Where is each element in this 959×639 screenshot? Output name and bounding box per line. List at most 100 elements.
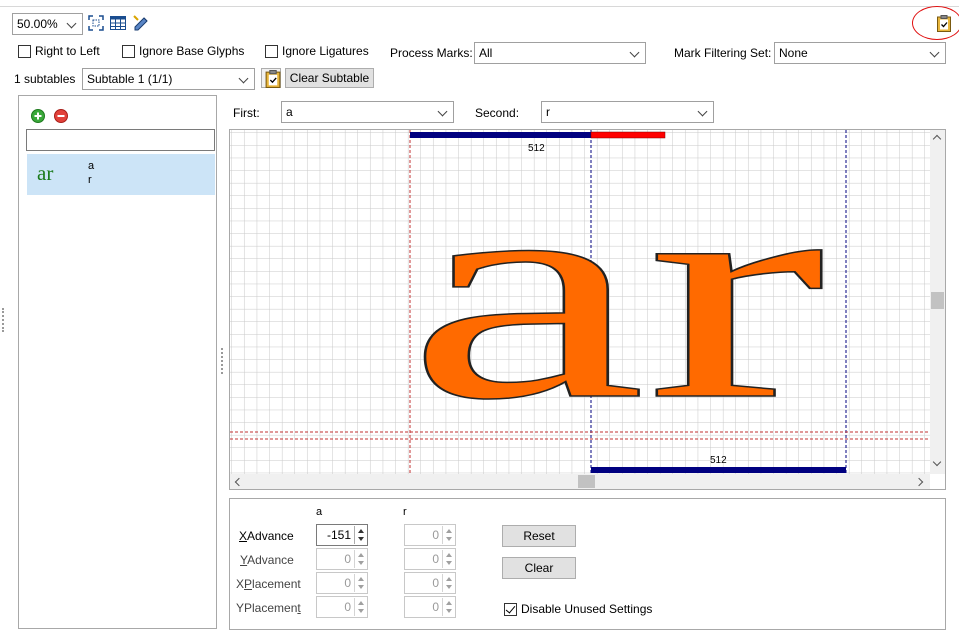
ignore-base-glyphs-label: Ignore Base Glyphs [139, 44, 245, 58]
spin-arrows-icon[interactable] [354, 598, 366, 616]
second-advance-bar [591, 467, 846, 473]
right-to-left-label: Right to Left [35, 44, 100, 58]
pair-first: a [88, 160, 95, 172]
glyph-preview-canvas[interactable]: 512 512 ar [229, 129, 946, 490]
middle-splitter[interactable] [221, 348, 223, 374]
xadvance-second-value: 0 [432, 528, 439, 542]
preview-svg: 512 512 ar [230, 130, 930, 474]
column-second-header: r [403, 506, 407, 518]
highlight-circle [912, 6, 959, 40]
chevron-right-icon[interactable] [914, 477, 924, 487]
xadvance-label: XAdvance [239, 529, 294, 543]
process-marks-label: Process Marks: [390, 46, 473, 60]
xadvance-first-value: -151 [326, 528, 351, 542]
yadvance-first-value: 0 [344, 552, 351, 566]
xadvance-text: Advance [247, 529, 294, 543]
spin-arrows-icon[interactable] [354, 574, 366, 592]
vertical-scrollbar[interactable] [930, 130, 945, 474]
reset-button[interactable]: Reset [502, 525, 576, 547]
clipboard-icon [265, 70, 281, 88]
chevron-down-icon [630, 46, 640, 60]
mark-filtering-select[interactable]: None [774, 42, 946, 64]
xplacement-label: XPlacement [236, 577, 301, 591]
values-panel: a r XAdvance -151 0 YAdvance 0 0 XPlacem… [229, 498, 946, 630]
yadvance-first-input[interactable]: 0 [316, 548, 368, 570]
spin-arrows-icon[interactable] [354, 550, 366, 568]
paste-clipboard-button[interactable] [261, 68, 281, 88]
pair-search-input[interactable] [26, 129, 215, 151]
first-label: First: [233, 106, 260, 120]
ignore-base-glyphs-box[interactable] [122, 44, 135, 58]
yadvance-label: YAdvance [240, 553, 294, 567]
right-to-left-box[interactable] [18, 44, 31, 58]
first-glyph-select[interactable]: a [281, 101, 454, 123]
left-splitter[interactable] [2, 308, 4, 332]
horizontal-scroll-thumb[interactable] [578, 475, 595, 488]
pair-preview: ar [37, 161, 54, 185]
zoom-select[interactable]: 50.00% [12, 13, 83, 35]
spin-arrows-icon[interactable] [442, 574, 454, 592]
disable-unused-label: Disable Unused Settings [521, 602, 653, 616]
chevron-left-icon[interactable] [234, 477, 244, 487]
disable-unused-checkbox[interactable]: Disable Unused Settings [504, 602, 652, 616]
process-marks-select[interactable]: All [474, 42, 646, 64]
xadvance-first-input[interactable]: -151 [316, 524, 368, 546]
fit-view-icon[interactable] [88, 15, 104, 34]
table-icon[interactable] [110, 16, 126, 33]
subtable-value: Subtable 1 (1/1) [87, 72, 173, 86]
chevron-down-icon [67, 17, 77, 31]
top-divider [0, 6, 959, 7]
chevron-down-icon [239, 72, 249, 86]
yadvance-second-value: 0 [432, 552, 439, 566]
disable-unused-box[interactable] [504, 602, 517, 616]
subtables-count: 1 subtables [14, 72, 76, 86]
glyph-preview-text: ar [406, 130, 826, 464]
spin-arrows-icon[interactable] [442, 550, 454, 568]
chevron-down-icon [438, 105, 448, 119]
second-label: Second: [475, 106, 520, 120]
ignore-base-glyphs-checkbox[interactable]: Ignore Base Glyphs [122, 44, 244, 58]
pair-list-panel: ar a r [18, 95, 217, 629]
yplacement-text: YPlacemen [236, 601, 298, 615]
subtable-select[interactable]: Subtable 1 (1/1) [82, 68, 255, 90]
process-marks-value: All [479, 46, 493, 60]
edit-pencil-icon[interactable] [132, 14, 150, 35]
yplacement-second-value: 0 [432, 600, 439, 614]
yplacement-first-input[interactable]: 0 [316, 596, 368, 618]
list-item[interactable]: ar a r [27, 154, 215, 195]
spin-arrows-icon[interactable] [442, 526, 454, 544]
chevron-up-icon[interactable] [932, 134, 942, 144]
chevron-down-icon [930, 46, 940, 60]
zoom-value: 50.00% [17, 17, 58, 31]
yadvance-text: Advance [247, 553, 294, 567]
yadvance-second-input[interactable]: 0 [404, 548, 456, 570]
first-glyph-value: a [286, 105, 293, 119]
right-to-left-checkbox[interactable]: Right to Left [18, 44, 100, 58]
ignore-ligatures-checkbox[interactable]: Ignore Ligatures [265, 44, 369, 58]
add-icon[interactable] [31, 109, 45, 126]
ignore-ligatures-label: Ignore Ligatures [282, 44, 369, 58]
ignore-ligatures-box[interactable] [265, 44, 278, 58]
xplacement-second-value: 0 [432, 576, 439, 590]
spin-arrows-icon[interactable] [354, 526, 366, 544]
yplacement-label: YPlacement [236, 601, 301, 615]
clear-button[interactable]: Clear [502, 557, 576, 579]
xadvance-second-input[interactable]: 0 [404, 524, 456, 546]
yplacement-second-input[interactable]: 0 [404, 596, 456, 618]
spin-arrows-icon[interactable] [442, 598, 454, 616]
remove-icon[interactable] [54, 109, 68, 126]
xplacement-second-input[interactable]: 0 [404, 572, 456, 594]
horizontal-scrollbar[interactable] [230, 474, 930, 489]
xplacement-text: lacement [252, 577, 301, 591]
chevron-down-icon [698, 105, 708, 119]
column-first-header: a [316, 506, 323, 518]
mark-filtering-value: None [779, 46, 808, 60]
xplacement-first-value: 0 [344, 576, 351, 590]
vertical-scroll-thumb[interactable] [931, 292, 944, 309]
clear-subtable-button[interactable]: Clear Subtable [285, 68, 374, 88]
yplacement-first-value: 0 [344, 600, 351, 614]
second-glyph-select[interactable]: r [541, 101, 714, 123]
mark-filtering-label: Mark Filtering Set: [674, 46, 772, 60]
chevron-down-icon[interactable] [932, 457, 942, 467]
xplacement-first-input[interactable]: 0 [316, 572, 368, 594]
